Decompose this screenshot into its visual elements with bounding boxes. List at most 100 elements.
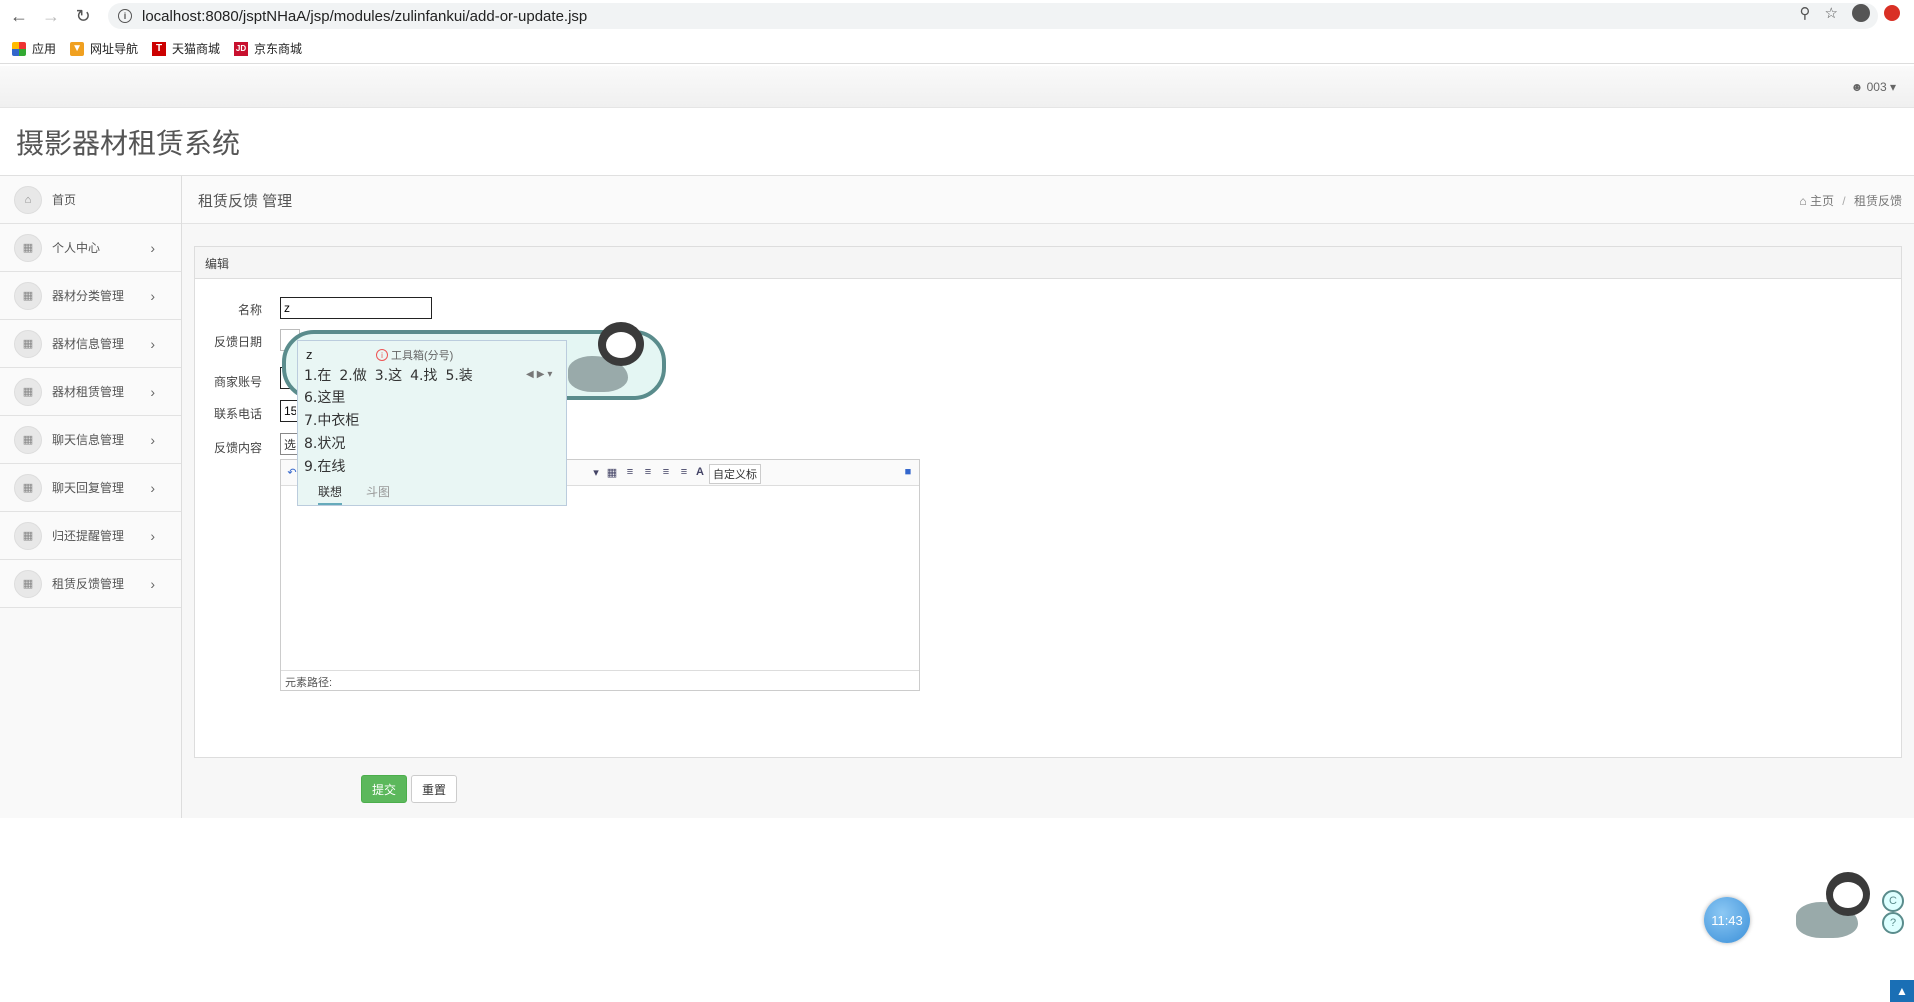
sidebar-item-equipment[interactable]: ▦ 器材信息管理 ›: [0, 320, 181, 368]
forward-arrow-icon[interactable]: →: [38, 3, 64, 29]
zoom-icon[interactable]: ⚲: [1800, 4, 1811, 22]
profile-avatar-icon[interactable]: [1852, 4, 1870, 22]
bookmark-label: 应用: [32, 42, 57, 56]
breadcrumb: ⌂ 主页 / 租赁反馈: [1799, 192, 1902, 209]
ime-candidate[interactable]: 3.这: [375, 365, 402, 385]
ime-tabs: 联想 斗图: [298, 483, 566, 505]
sidebar-item-feedback[interactable]: ▦ 租赁反馈管理 ›: [0, 560, 181, 608]
ime-composition: z: [306, 347, 313, 362]
sidebar-item-label: 租赁反馈管理: [52, 577, 125, 591]
align-center-icon[interactable]: ≡: [641, 465, 655, 479]
sidebar-item-label: 首页: [52, 193, 77, 207]
chevron-right-icon: ›: [150, 383, 155, 400]
align-left-icon[interactable]: ≡: [623, 465, 637, 479]
fullscreen-icon[interactable]: ■: [901, 465, 915, 479]
sidebar-item-rental[interactable]: ▦ 器材租赁管理 ›: [0, 368, 181, 416]
expand-icon[interactable]: ▾: [547, 369, 552, 380]
element-path: 元素路径:: [281, 670, 919, 690]
ime-candidate[interactable]: 7.中衣柜: [304, 410, 359, 430]
table-icon: ▦: [14, 425, 42, 454]
breadcrumb-home[interactable]: 主页: [1810, 194, 1834, 208]
font-color-icon[interactable]: A: [693, 465, 707, 479]
ime-tab-suggest[interactable]: 联想: [318, 483, 343, 505]
clock-widget[interactable]: 11:43: [1704, 897, 1750, 943]
page-title: 租赁反馈 管理: [198, 193, 293, 210]
ime-mascot-icon: [568, 318, 658, 398]
table-icon: ▦: [14, 377, 42, 406]
omnibox-actions: ⚲ ☆: [1800, 4, 1900, 22]
address-bar[interactable]: i localhost:8080/jsptNHaA/jsp/modules/zu…: [108, 3, 1878, 29]
desktop-mascot-icon[interactable]: [1796, 872, 1886, 944]
bookmark-tmall[interactable]: T 天猫商城: [152, 40, 220, 57]
ime-candidate[interactable]: 1.在: [304, 365, 331, 385]
submit-button[interactable]: 提交: [361, 775, 407, 803]
chevron-right-icon: ›: [150, 479, 155, 496]
ime-candidate[interactable]: 5.装: [445, 365, 472, 385]
bookmark-jd[interactable]: JD 京东商城: [234, 40, 302, 57]
home-icon: ⌂: [1799, 194, 1807, 208]
table-icon: ▦: [14, 521, 42, 550]
chevron-right-icon: ›: [150, 431, 155, 448]
chevron-right-icon: ›: [150, 335, 155, 352]
info-icon: i: [376, 349, 388, 361]
breadcrumb-current: 租赁反馈: [1853, 194, 1902, 208]
sidebar-item-return-reminder[interactable]: ▦ 归还提醒管理 ›: [0, 512, 181, 560]
ime-candidate[interactable]: 6.这里: [304, 387, 345, 407]
sidebar-item-category[interactable]: ▦ 器材分类管理 ›: [0, 272, 181, 320]
sidebar-item-chat-reply[interactable]: ▦ 聊天回复管理 ›: [0, 464, 181, 512]
user-name: 003: [1866, 80, 1887, 94]
table-insert-icon[interactable]: ▦: [605, 465, 619, 479]
bookmark-label: 天猫商城: [172, 42, 221, 56]
arrow-right-icon[interactable]: ▶: [537, 369, 545, 380]
bookmark-label: 京东商城: [254, 42, 303, 56]
sidebar: ⌂ 首页 ▦ 个人中心 › ▦ 器材分类管理 › ▦ 器材信息管理 › ▦ 器材…: [0, 176, 182, 818]
name-input[interactable]: [280, 297, 432, 319]
bookmark-nav[interactable]: ▼ 网址导航: [70, 40, 138, 57]
arrow-left-icon[interactable]: ◀: [526, 369, 534, 380]
account-label: 商家账号: [213, 375, 262, 389]
caret-down-icon: ▾: [1889, 80, 1896, 94]
bookmark-star-icon[interactable]: ☆: [1825, 4, 1838, 22]
ime-candidate[interactable]: 2.做: [339, 365, 366, 385]
info-icon[interactable]: i: [118, 9, 132, 23]
sidebar-item-label: 器材分类管理: [52, 289, 125, 303]
extension-icon[interactable]: [1884, 5, 1900, 21]
align-right-icon[interactable]: ≡: [659, 465, 673, 479]
ime-candidate[interactable]: 8.状况: [304, 433, 345, 453]
browser-toolbar: ← → ↻ i localhost:8080/jsptNHaA/jsp/modu…: [0, 0, 1914, 32]
reset-button[interactable]: 重置: [411, 775, 457, 803]
mascot-help-icon[interactable]: ?: [1882, 912, 1904, 934]
url-text[interactable]: localhost:8080/jsptNHaA/jsp/modules/zuli…: [142, 8, 587, 25]
chevron-right-icon: ›: [150, 287, 155, 304]
back-arrow-icon[interactable]: ←: [6, 3, 32, 29]
ime-toolbox[interactable]: i 工具箱(分号): [376, 347, 453, 363]
reload-icon[interactable]: ↻: [70, 3, 96, 29]
ime-tab-sticker[interactable]: 斗图: [366, 483, 390, 505]
content-label: 反馈内容: [213, 441, 262, 455]
sidebar-item-personal[interactable]: ▦ 个人中心 ›: [0, 224, 181, 272]
dropdown-arrow-icon[interactable]: ▾: [589, 465, 603, 479]
sidebar-item-label: 聊天信息管理: [52, 433, 125, 447]
sidebar-item-label: 器材租赁管理: [52, 385, 125, 399]
user-icon: ☻: [1850, 80, 1864, 94]
nav-icon: ▼: [70, 41, 85, 56]
ime-candidate-row: 1.在 2.做 3.这 4.找 5.装: [304, 365, 473, 385]
scroll-top-icon[interactable]: ▲: [1890, 980, 1914, 1002]
sidebar-item-chat[interactable]: ▦ 聊天信息管理 ›: [0, 416, 181, 464]
table-icon: ▦: [14, 569, 42, 598]
bookmark-apps[interactable]: 应用: [12, 40, 56, 57]
mascot-menu-icon[interactable]: C: [1882, 890, 1904, 912]
chevron-right-icon: ›: [150, 527, 155, 544]
ime-candidate[interactable]: 4.找: [410, 365, 437, 385]
breadcrumb-separator: /: [1842, 194, 1846, 208]
sidebar-item-home[interactable]: ⌂ 首页: [0, 176, 181, 224]
table-icon: ▦: [14, 329, 42, 358]
custom-title-select[interactable]: 自定义标: [709, 464, 761, 484]
user-menu[interactable]: ☻ 003 ▾: [1851, 80, 1896, 94]
justify-icon[interactable]: ≡: [677, 465, 691, 479]
apps-grid-icon: [12, 41, 26, 56]
app-title: 摄影器材租赁系统: [16, 127, 241, 160]
ime-candidate[interactable]: 9.在线: [304, 456, 345, 476]
tmall-icon: T: [152, 41, 167, 56]
jd-icon: JD: [234, 41, 249, 56]
